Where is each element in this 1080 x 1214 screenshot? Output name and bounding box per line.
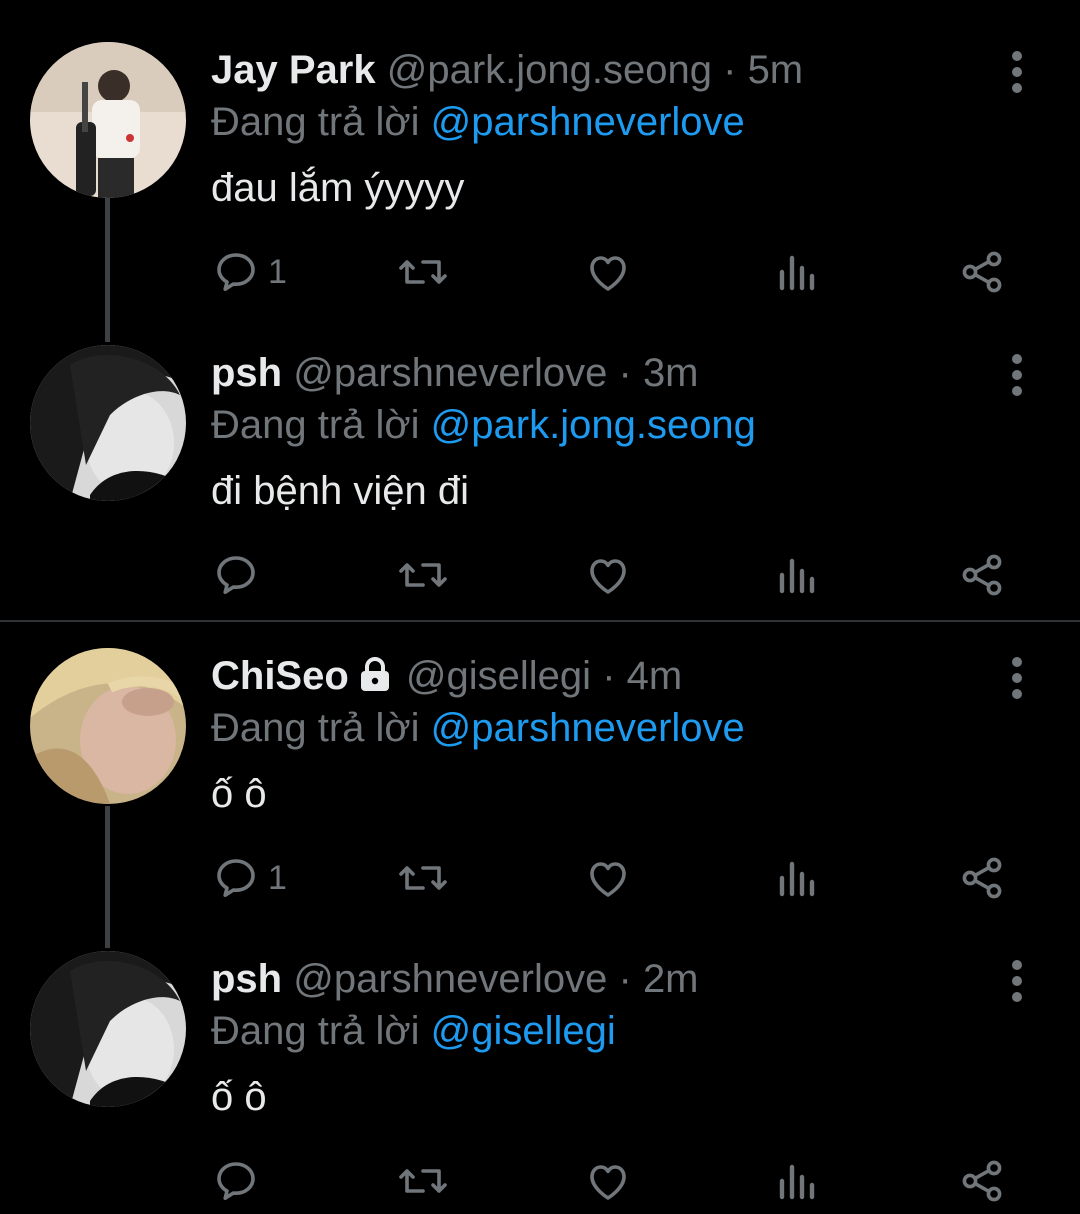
tweet[interactable]: psh @parshneverlove · 3m Đang trả lời @p… <box>0 303 1080 608</box>
reply-icon <box>217 556 255 594</box>
views-button[interactable] <box>774 1151 818 1211</box>
analytics-icon <box>779 255 815 291</box>
heart-icon <box>590 862 626 897</box>
separator: · <box>618 351 632 395</box>
share-button[interactable] <box>958 1151 1006 1211</box>
reply-icon <box>217 253 255 291</box>
reply-mention[interactable]: @parshneverlove <box>431 706 745 750</box>
share-button[interactable] <box>958 545 1006 605</box>
more-vertical-icon[interactable] <box>1000 50 1034 94</box>
separator: · <box>723 48 737 92</box>
retweet-button[interactable] <box>396 848 450 908</box>
views-button[interactable] <box>774 545 818 605</box>
action-bar: 1 <box>0 848 1080 908</box>
heart-icon <box>590 256 626 291</box>
tweet[interactable]: Jay Park @park.jong.seong · 5m Đang trả … <box>0 0 1080 305</box>
retweet-icon <box>399 866 447 890</box>
reply-prefix: Đang trả lời <box>211 706 420 750</box>
share-icon <box>962 1160 1002 1202</box>
reply-prefix: Đang trả lời <box>211 100 420 144</box>
reply-prefix: Đang trả lời <box>211 1009 420 1053</box>
timestamp[interactable]: 2m <box>643 957 699 1001</box>
lock-icon <box>355 654 395 702</box>
analytics-icon <box>779 558 815 594</box>
reply-icon <box>217 859 255 897</box>
avatar[interactable] <box>30 951 186 1107</box>
tweet[interactable]: psh @parshneverlove · 2m Đang trả lời @g… <box>0 909 1080 1214</box>
tweet-text: ố ô <box>211 1075 267 1119</box>
more-vertical-icon[interactable] <box>1000 353 1034 397</box>
user-handle[interactable]: @park.jong.seong <box>387 48 712 92</box>
reply-icon <box>217 1162 255 1200</box>
tweet[interactable]: ChiSeo @gisellegi · 4m Đang trả lời @par… <box>0 606 1080 911</box>
analytics-icon <box>779 861 815 897</box>
reply-context: Đang trả lời @gisellegi <box>211 1007 616 1055</box>
reply-button[interactable] <box>212 545 268 605</box>
analytics-icon <box>779 1164 815 1200</box>
reply-mention[interactable]: @gisellegi <box>431 1009 616 1053</box>
like-button[interactable] <box>584 1151 632 1211</box>
avatar[interactable] <box>30 648 186 804</box>
reply-prefix: Đang trả lời <box>211 403 420 447</box>
display-name[interactable]: psh <box>211 351 282 395</box>
reply-button[interactable]: 1 <box>212 242 287 302</box>
retweet-button[interactable] <box>396 242 450 302</box>
reply-button[interactable]: 1 <box>212 848 287 908</box>
separator: · <box>618 957 632 1001</box>
like-button[interactable] <box>584 545 632 605</box>
like-button[interactable] <box>584 848 632 908</box>
user-handle[interactable]: @parshneverlove <box>293 957 607 1001</box>
share-button[interactable] <box>958 242 1006 302</box>
display-name[interactable]: ChiSeo <box>211 654 349 698</box>
user-handle[interactable]: @gisellegi <box>406 654 591 698</box>
reply-context: Đang trả lời @parshneverlove <box>211 98 745 146</box>
heart-icon <box>590 1165 626 1200</box>
timestamp[interactable]: 4m <box>627 654 683 698</box>
reply-mention[interactable]: @park.jong.seong <box>431 403 756 447</box>
reply-mention[interactable]: @parshneverlove <box>431 100 745 144</box>
user-handle[interactable]: @parshneverlove <box>293 351 607 395</box>
more-vertical-icon[interactable] <box>1000 959 1034 1003</box>
views-button[interactable] <box>774 848 818 908</box>
share-icon <box>962 857 1002 899</box>
action-bar <box>0 545 1080 605</box>
share-button[interactable] <box>958 848 1006 908</box>
retweet-button[interactable] <box>396 545 450 605</box>
tweet-header: Jay Park @park.jong.seong · 5m <box>211 46 803 94</box>
share-icon <box>962 554 1002 596</box>
retweet-icon <box>399 1169 447 1193</box>
tweet-header: psh @parshneverlove · 2m <box>211 955 699 1003</box>
tweet-header: ChiSeo @gisellegi · 4m <box>211 652 682 702</box>
action-bar <box>0 1151 1080 1211</box>
tweet-text: đau lắm ýyyyy <box>211 166 465 210</box>
tweet-text: đi bệnh viện đi <box>211 469 469 513</box>
tweet-header: psh @parshneverlove · 3m <box>211 349 699 397</box>
views-button[interactable] <box>774 242 818 302</box>
avatar[interactable] <box>30 42 186 198</box>
action-bar: 1 <box>0 242 1080 302</box>
display-name[interactable]: psh <box>211 957 282 1001</box>
timestamp[interactable]: 3m <box>643 351 699 395</box>
tweet-text: ố ô <box>211 772 267 816</box>
share-icon <box>962 251 1002 293</box>
like-button[interactable] <box>584 242 632 302</box>
reply-context: Đang trả lời @park.jong.seong <box>211 401 756 449</box>
retweet-button[interactable] <box>396 1151 450 1211</box>
reply-context: Đang trả lời @parshneverlove <box>211 704 745 752</box>
reply-count: 1 <box>268 252 287 291</box>
retweet-icon <box>399 260 447 284</box>
reply-button[interactable] <box>212 1151 268 1211</box>
avatar[interactable] <box>30 345 186 501</box>
reply-count: 1 <box>268 858 287 897</box>
timestamp[interactable]: 5m <box>748 48 804 92</box>
separator: · <box>602 654 616 698</box>
retweet-icon <box>399 563 447 587</box>
display-name[interactable]: Jay Park <box>211 48 376 92</box>
heart-icon <box>590 559 626 594</box>
more-vertical-icon[interactable] <box>1000 656 1034 700</box>
